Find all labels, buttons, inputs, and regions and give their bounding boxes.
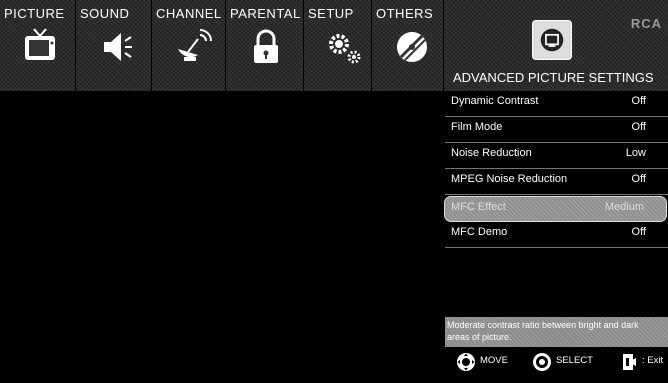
menu-item-dynamic-contrast[interactable]: Dynamic Contrast Off [445,91,668,117]
tv-screen-icon [532,20,572,60]
menu-item-label: MFC Demo [451,226,508,238]
menu-item-value: Medium [604,201,644,213]
menu-item-label: Noise Reduction [451,147,532,159]
tab-sound-label: SOUND [80,6,130,21]
tab-channel-label: CHANNEL [156,6,222,21]
lock-icon [246,27,286,67]
tab-picture-label: PICTURE [4,6,65,21]
help-description: Moderate contrast ratio between bright a… [445,317,668,347]
panel-title: ADVANCED PICTURE SETTINGS [453,70,654,85]
menu-item-mfc-demo[interactable]: MFC Demo Off [445,222,668,248]
menu-item-label: MFC Effect [451,201,506,213]
select-hint-label: SELECT [556,355,593,366]
tab-parental-label: PARENTAL [230,6,301,21]
move-hint-label: MOVE [480,355,508,366]
menu-item-noise-reduction[interactable]: Noise Reduction Low [445,143,668,169]
menu-item-mfc-effect[interactable]: MFC Effect Medium [444,196,667,222]
menu-item-label: MPEG Noise Reduction [451,173,568,185]
menu-item-value: Off [631,121,646,133]
disc-icon [392,27,432,67]
tab-setup-label: SETUP [308,6,354,21]
exit-icon [620,352,640,372]
menu-item-value: Off [631,95,646,107]
menu-item-value: Low [625,147,646,159]
tv-icon [20,27,60,67]
menu-item-value: Off [631,173,646,185]
tab-sound[interactable]: SOUND [76,0,152,91]
brand-logo: RCA [630,16,662,31]
exit-hint-label: : Exit [642,355,664,366]
tab-parental[interactable]: PARENTAL [226,0,304,91]
tab-channel[interactable]: CHANNEL [152,0,226,91]
tab-others-label: OTHERS [376,6,434,21]
menu-item-film-mode[interactable]: Film Mode Off [445,117,668,143]
top-menu-bar: PICTURE SOUND CHANNEL PARENTAL SETUP OTH… [0,0,668,91]
tab-picture[interactable]: PICTURE [0,0,76,91]
menu-item-label: Film Mode [451,121,503,133]
select-button-icon [532,352,552,372]
help-description-text: Moderate contrast ratio between bright a… [447,320,639,342]
speaker-icon [96,27,136,67]
satellite-dish-icon [172,27,212,67]
tab-others[interactable]: OTHERS [372,0,444,91]
menu-item-mpeg-noise-reduction[interactable]: MPEG Noise Reduction Off [445,169,668,195]
menu-item-label: Dynamic Contrast [451,95,539,107]
gears-icon [324,27,364,67]
menu-item-value: Off [631,226,646,238]
move-dpad-icon [456,352,476,372]
tab-setup[interactable]: SETUP [304,0,372,91]
